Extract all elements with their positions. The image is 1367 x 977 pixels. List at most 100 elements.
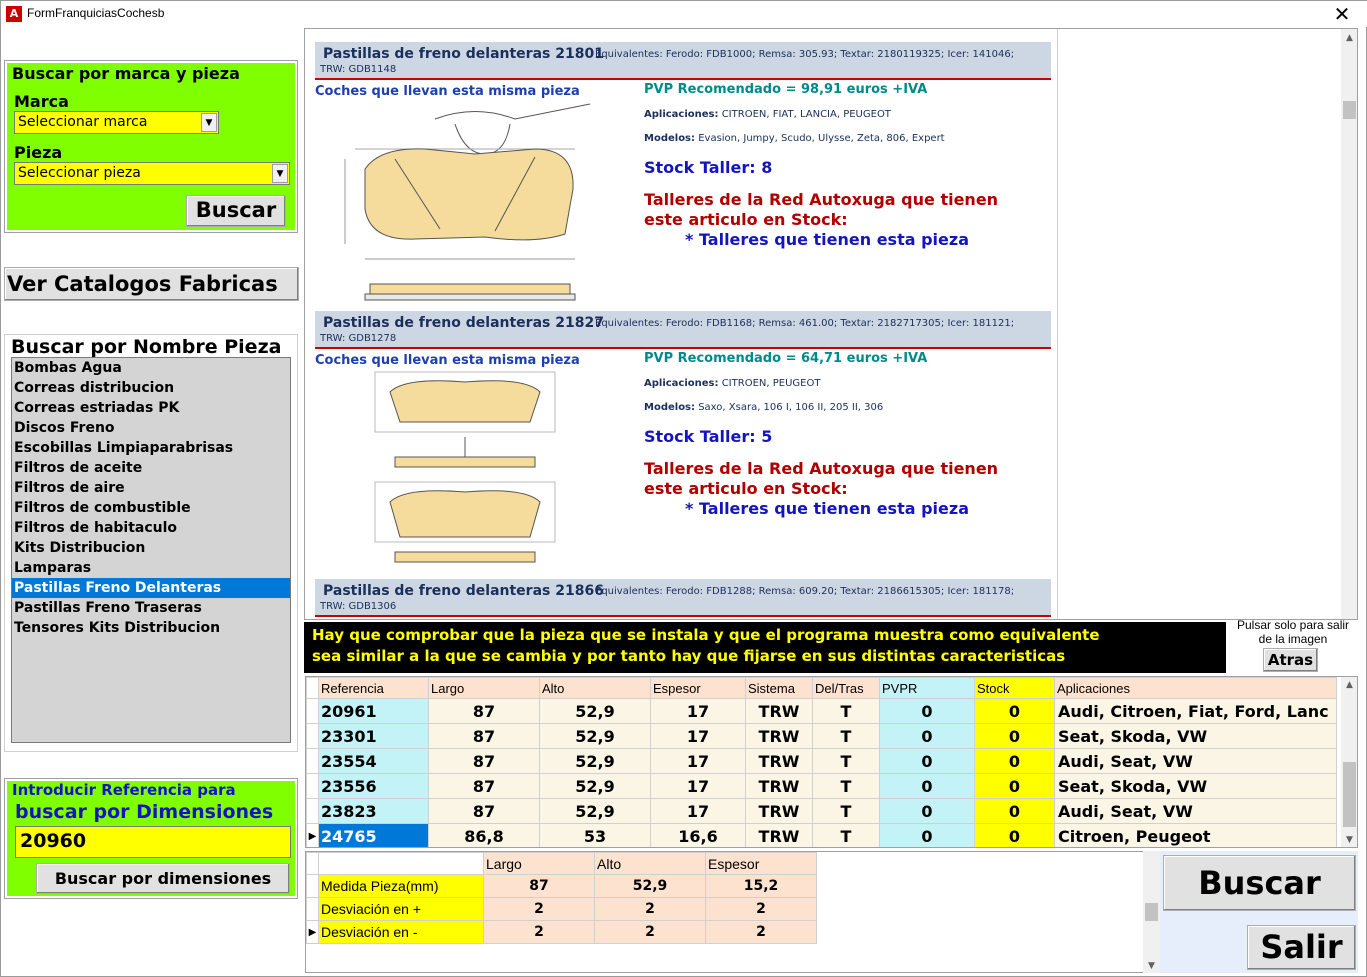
exit-button[interactable]: Salir (1247, 925, 1356, 970)
cars-link[interactable]: Coches que llevan esta misma pieza (315, 353, 580, 368)
list-item[interactable]: Filtros de combustible (12, 498, 290, 518)
list-item[interactable]: Lamparas (12, 558, 290, 578)
pieza-select[interactable]: Seleccionar pieza ▼ (14, 162, 290, 185)
table-cell[interactable]: T (812, 723, 880, 749)
column-header[interactable]: Alto (539, 677, 651, 699)
table-cell[interactable]: 16,6 (650, 823, 746, 847)
column-header[interactable]: Sistema (745, 677, 813, 699)
table-cell[interactable]: 0 (879, 748, 975, 774)
table-cell[interactable]: 23301 (318, 723, 429, 749)
list-item[interactable]: Tensores Kits Distribucion (12, 618, 290, 638)
table-cell[interactable]: 0 (879, 723, 975, 749)
table-cell[interactable]: 52,9 (539, 748, 651, 774)
column-header[interactable]: PVPR (879, 677, 975, 699)
table-cell[interactable]: 52,9 (539, 773, 651, 799)
list-item[interactable]: Kits Distribucion (12, 538, 290, 558)
table-row[interactable]: Medida Pieza(mm) 87 52,9 15,2 (306, 874, 817, 898)
table-cell[interactable]: 17 (650, 773, 746, 799)
list-item[interactable]: Filtros de habitaculo (12, 518, 290, 538)
table-cell[interactable]: 53 (539, 823, 651, 847)
table-cell[interactable]: 52,9 (539, 723, 651, 749)
table-cell[interactable]: T (812, 698, 880, 724)
table-cell[interactable]: 23554 (318, 748, 429, 774)
chevron-down-icon[interactable]: ▼ (1341, 835, 1357, 845)
table-row[interactable]: 23823 87 52,9 17 TRW T 0 0 Audi, Seat, VW (306, 798, 1337, 824)
column-header[interactable]: Del/Tras (812, 677, 880, 699)
table-cell[interactable]: 17 (650, 723, 746, 749)
table-cell[interactable]: 15,2 (705, 874, 817, 898)
table-cell[interactable]: TRW (745, 698, 813, 724)
grid-scrollbar[interactable]: ▲ ▼ (1341, 677, 1357, 847)
table-cell[interactable]: Audi, Seat, VW (1054, 798, 1337, 824)
table-cell[interactable]: T (812, 773, 880, 799)
table-cell[interactable]: 2 (483, 897, 595, 921)
workshops-link[interactable]: * Talleres que tienen esta pieza (685, 230, 969, 249)
table-cell[interactable]: Seat, Skoda, VW (1054, 723, 1337, 749)
table-cell[interactable]: 52,9 (594, 874, 706, 898)
reference-input[interactable]: 20960 (15, 826, 291, 858)
panel-scrollbar[interactable]: ▼ (1143, 851, 1160, 973)
table-cell[interactable]: 2 (705, 897, 817, 921)
column-header[interactable]: Largo (428, 677, 540, 699)
table-cell[interactable]: 0 (879, 698, 975, 724)
table-cell[interactable]: Audi, Citroen, Fiat, Ford, Lanc (1054, 698, 1337, 724)
results-browser[interactable]: Pastillas de freno delanteras 21801 Equi… (304, 28, 1358, 620)
results-grid[interactable]: Referencia Largo Alto Espesor Sistema Del/Tra… (305, 676, 1358, 848)
chevron-down-icon[interactable]: ▼ (201, 113, 217, 132)
cars-link[interactable]: Coches que llevan esta misma pieza (315, 84, 580, 99)
table-cell[interactable]: 87 (428, 798, 540, 824)
chevron-up-icon[interactable]: ▲ (1341, 677, 1357, 690)
list-item[interactable]: Correas estriadas PK (12, 398, 290, 418)
table-cell[interactable]: 0 (879, 773, 975, 799)
table-cell[interactable]: 52,9 (539, 798, 651, 824)
table-row[interactable]: Desviación en +2 2 2 (306, 897, 817, 921)
table-row[interactable]: 23301 87 52,9 17 TRW T 0 0 Seat, Skoda, VW (306, 723, 1337, 749)
table-cell[interactable]: 0 (974, 798, 1055, 824)
table-cell[interactable]: Seat, Skoda, VW (1054, 773, 1337, 799)
table-cell[interactable]: 23556 (318, 773, 429, 799)
table-cell[interactable]: 17 (650, 698, 746, 724)
table-cell[interactable]: 2 (483, 920, 595, 944)
table-cell[interactable]: T (812, 823, 880, 847)
table-cell[interactable]: 0 (974, 698, 1055, 724)
brand-search-button[interactable]: Buscar (186, 195, 286, 227)
table-cell[interactable]: 0 (974, 773, 1055, 799)
table-cell[interactable]: Audi, Seat, VW (1054, 748, 1337, 774)
table-cell[interactable]: 17 (650, 798, 746, 824)
table-cell[interactable]: TRW (745, 748, 813, 774)
list-item[interactable]: Escobillas Limpiaparabrisas (12, 438, 290, 458)
close-icon[interactable]: ✕ (1330, 2, 1354, 26)
table-cell[interactable]: 87 (428, 698, 540, 724)
chevron-down-icon[interactable]: ▼ (272, 164, 288, 183)
dimensions-grid[interactable]: Largo Alto Espesor Medida Pieza(mm) 87 52,9 15… (305, 851, 1151, 973)
back-button[interactable]: Atras (1263, 648, 1318, 672)
workshops-link[interactable]: * Talleres que tienen esta pieza (685, 499, 969, 518)
list-item[interactable]: Filtros de aire (12, 478, 290, 498)
list-item[interactable]: Discos Freno (12, 418, 290, 438)
table-cell[interactable]: 2 (594, 920, 706, 944)
table-cell[interactable]: 2 (594, 897, 706, 921)
table-cell[interactable]: TRW (745, 823, 813, 847)
table-cell[interactable]: 0 (879, 823, 975, 847)
table-cell[interactable]: 0 (974, 823, 1055, 847)
table-row[interactable]: 20961 87 52,9 17 TRW T 0 0 Audi, Citroen, Fiat, … (306, 698, 1337, 724)
table-cell[interactable]: T (812, 748, 880, 774)
browser-scrollbar[interactable]: ▲ (1341, 29, 1357, 619)
table-cell[interactable]: 17 (650, 748, 746, 774)
table-cell[interactable]: Citroen, Peugeot (1054, 823, 1337, 847)
table-cell[interactable]: 87 (483, 874, 595, 898)
column-header[interactable]: Espesor (705, 852, 817, 875)
part-name-list[interactable]: Bombas Agua Correas distribucion Correas e… (11, 357, 291, 743)
table-cell[interactable]: TRW (745, 798, 813, 824)
search-button[interactable]: Buscar (1163, 855, 1356, 911)
list-item[interactable]: Correas distribucion (12, 378, 290, 398)
marca-select[interactable]: Seleccionar marca ▼ (14, 111, 219, 134)
list-item[interactable]: Bombas Agua (12, 358, 290, 378)
table-cell[interactable]: 0 (879, 798, 975, 824)
dimension-search-button[interactable]: Buscar por dimensiones (36, 863, 290, 894)
column-header[interactable]: Aplicaciones (1054, 677, 1337, 699)
column-header[interactable]: Referencia (318, 677, 429, 699)
scroll-thumb[interactable] (1343, 762, 1356, 827)
table-row[interactable]: 23554 87 52,9 17 TRW T 0 0 Audi, Seat, VW (306, 748, 1337, 774)
list-item[interactable]: Pastillas Freno Delanteras (12, 578, 290, 598)
